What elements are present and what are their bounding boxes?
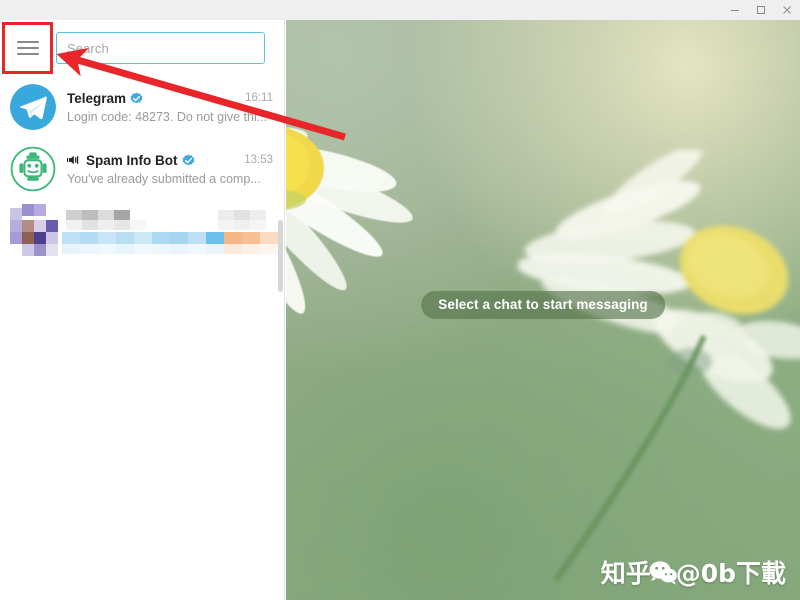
- chat-preview: You've already submitted a comp...: [67, 171, 261, 186]
- muted-icon: [67, 155, 79, 165]
- telegram-desktop-window: Select a chat to start messaging 知乎 @0b下…: [0, 0, 800, 600]
- empty-state-pill: Select a chat to start messaging: [421, 291, 665, 319]
- avatar: [10, 84, 56, 130]
- chat-list-scrollbar[interactable]: [278, 76, 284, 600]
- chat-text-block: Telegram 16:11 Login code: 48273. Do not…: [67, 91, 273, 124]
- chat-name: Telegram: [67, 90, 127, 106]
- telegram-logo-icon: [10, 84, 56, 130]
- censored-pixel-blocks: [10, 204, 278, 256]
- sidebar: Search Telegram 16:11 Login code: 48273.…: [0, 20, 285, 600]
- chat-list-item-telegram[interactable]: Telegram 16:11 Login code: 48273. Do not…: [0, 76, 284, 138]
- minimize-button[interactable]: [722, 0, 748, 20]
- window-titlebar: [0, 0, 800, 20]
- chat-preview: Login code: 48273. Do not give thi...: [67, 109, 268, 124]
- watermark-prefix: 知乎: [600, 558, 651, 588]
- chat-title-row: Spam Info Bot 13:53: [67, 153, 273, 168]
- chat-list-item-censored[interactable]: [0, 200, 284, 262]
- menu-button[interactable]: [0, 20, 56, 76]
- verified-badge-icon: [182, 153, 194, 165]
- chat-timestamp: 13:53: [244, 154, 273, 166]
- chat-title-row: Telegram 16:11: [67, 91, 273, 106]
- empty-state-label: Select a chat to start messaging: [438, 297, 648, 312]
- sidebar-topbar: Search: [0, 20, 284, 76]
- chat-content-pane: Select a chat to start messaging 知乎 @0b下…: [286, 20, 800, 600]
- chat-text-block: Spam Info Bot 13:53 You've already submi…: [67, 153, 273, 186]
- chat-timestamp: 16:11: [245, 92, 273, 104]
- scrollbar-thumb[interactable]: [278, 220, 283, 292]
- avatar: [10, 146, 56, 192]
- spam-info-bot-icon: [10, 146, 56, 192]
- daisy-stem: [553, 334, 707, 582]
- chat-list-item-spam-info-bot[interactable]: Spam Info Bot 13:53 You've already submi…: [0, 138, 284, 200]
- close-button[interactable]: [774, 0, 800, 20]
- chat-list: Telegram 16:11 Login code: 48273. Do not…: [0, 76, 284, 262]
- search-placeholder: Search: [67, 40, 109, 56]
- wechat-icon: [649, 561, 677, 585]
- hamburger-icon: [17, 41, 39, 55]
- search-input[interactable]: Search: [56, 32, 265, 64]
- watermark-suffix: @0b下載: [675, 558, 786, 588]
- chat-name: Spam Info Bot: [86, 152, 178, 168]
- watermark: 知乎 @0b下載: [601, 560, 786, 586]
- maximize-button[interactable]: [748, 0, 774, 20]
- verified-badge-icon: [130, 91, 143, 103]
